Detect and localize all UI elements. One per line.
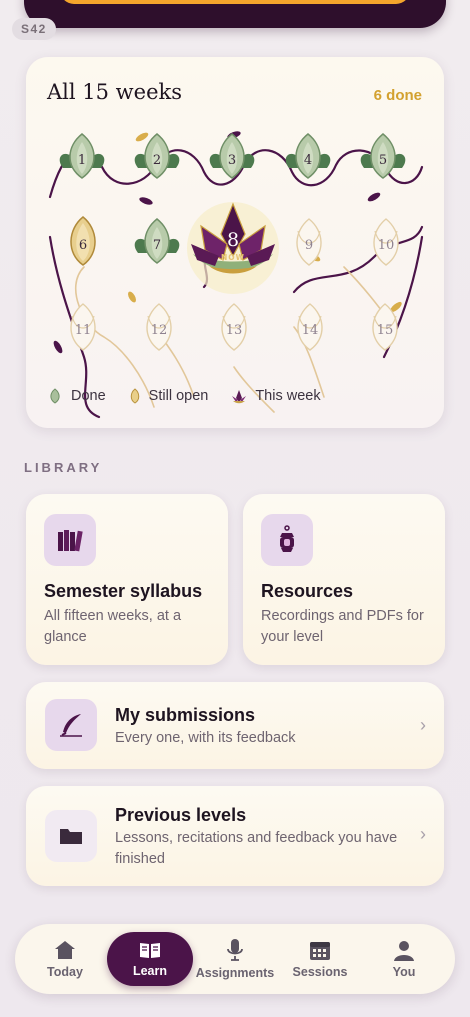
nav-learn-label: Learn [132, 964, 168, 978]
nav-today-label: Today [47, 965, 83, 979]
my-submissions-title: My submissions [115, 705, 256, 725]
week-5-done-bud[interactable]: 5 [354, 128, 412, 186]
bottom-nav: Today Learn Assignments Sessions You [15, 924, 455, 994]
nav-you[interactable]: You [369, 924, 439, 994]
home-icon [55, 941, 75, 959]
weeks-done-count: 6 done [373, 87, 422, 104]
week-3-done-bud[interactable]: 3 [203, 128, 261, 186]
nav-you-label: You [392, 965, 416, 979]
lotus-icon [232, 390, 247, 404]
legend-open: Still open [128, 387, 209, 405]
done-bud-icon [50, 388, 60, 404]
week-4-done-bud[interactable]: 4 [279, 128, 337, 186]
week-8-number: 8 [227, 229, 239, 251]
nav-today[interactable]: Today [29, 924, 101, 994]
week-11-number: 11 [75, 323, 92, 338]
weeks-legend: Done Still open This week [46, 387, 343, 405]
person-icon [394, 941, 414, 961]
legend-done-label: Done [71, 388, 106, 404]
week-1-number: 1 [78, 153, 86, 168]
microphone-icon [227, 939, 243, 961]
top-card-button-edge[interactable] [60, 0, 410, 4]
week-2-number: 2 [153, 153, 161, 168]
resources-title: Resources [261, 581, 354, 601]
week-1-done-bud[interactable]: 1 [53, 128, 111, 186]
week-10-upcoming-bud[interactable]: 10 [357, 213, 415, 271]
week-10-number: 10 [378, 238, 395, 253]
lantern-icon [261, 514, 313, 566]
week-4-number: 4 [304, 153, 312, 168]
week-5-number: 5 [379, 153, 387, 168]
week-7-number: 7 [153, 238, 161, 253]
legend-done: Done [46, 387, 106, 405]
legend-this-week: This week [230, 388, 321, 404]
nav-sessions-label: Sessions [292, 965, 348, 979]
quill-icon [45, 699, 97, 751]
semester-syllabus-title: Semester syllabus [44, 581, 203, 601]
legend-open-label: Still open [148, 388, 209, 404]
week-9-upcoming-bud[interactable]: 9 [280, 213, 338, 271]
my-submissions-row[interactable]: My submissions Every one, with its feedb… [26, 682, 444, 769]
week-9-number: 9 [305, 238, 313, 253]
week-15-number: 15 [377, 323, 394, 338]
nav-sessions[interactable]: Sessions [283, 924, 357, 994]
folder-icon [45, 810, 97, 862]
week-3-number: 3 [228, 153, 236, 168]
top-card-remnant [24, 0, 446, 28]
week-8-current-bud[interactable]: 8 NOW [181, 190, 285, 294]
previous-levels-title: Previous levels [115, 805, 247, 825]
chevron-right-icon: › [420, 715, 426, 735]
week-14-upcoming-bud[interactable]: 14 [281, 298, 339, 356]
week-7-done-bud[interactable]: 7 [128, 213, 186, 271]
week-now-label: NOW [221, 253, 245, 262]
resources-card[interactable]: Resources Recordings and PDFs for your l… [243, 494, 445, 665]
my-submissions-subtitle: Every one, with its feedback [115, 730, 296, 746]
semester-syllabus-subtitle: All fifteen weeks, at a glance [44, 608, 182, 645]
weeks-title: All 15 weeks [47, 80, 183, 104]
open-bud-icon [130, 388, 139, 404]
open-book-icon [140, 943, 160, 958]
chevron-right-icon: › [420, 824, 426, 844]
week-13-upcoming-bud[interactable]: 13 [205, 298, 263, 356]
previous-levels-row[interactable]: Previous levels Lessons, recitations and… [26, 786, 444, 886]
week-2-done-bud[interactable]: 2 [128, 128, 186, 186]
week-12-number: 12 [151, 323, 168, 338]
week-13-number: 13 [226, 323, 243, 338]
semester-syllabus-card[interactable]: Semester syllabus All fifteen weeks, at … [26, 494, 228, 665]
week-6-number: 6 [79, 238, 87, 253]
week-12-upcoming-bud[interactable]: 12 [130, 298, 188, 356]
resources-subtitle: Recordings and PDFs for your level [261, 608, 424, 645]
nav-assignments-label: Assignments [195, 966, 275, 980]
library-section-label: LIBRARY [24, 460, 103, 475]
weeks-card: All 15 weeks 6 done 1 2 3 4 5 7 6 8 NOW … [26, 57, 444, 428]
books-icon [44, 514, 96, 566]
week-6-open-bud[interactable]: 6 [54, 213, 112, 271]
nav-assignments[interactable]: Assignments [193, 924, 277, 994]
week-15-upcoming-bud[interactable]: 15 [356, 298, 414, 356]
screen-tag: S42 [12, 18, 56, 40]
week-11-upcoming-bud[interactable]: 11 [54, 298, 112, 356]
previous-levels-subtitle: Lessons, recitations and feedback you ha… [115, 830, 398, 867]
calendar-icon [310, 942, 330, 960]
legend-this-week-label: This week [255, 388, 321, 404]
nav-learn[interactable]: Learn [107, 932, 193, 986]
week-14-number: 14 [302, 323, 319, 338]
